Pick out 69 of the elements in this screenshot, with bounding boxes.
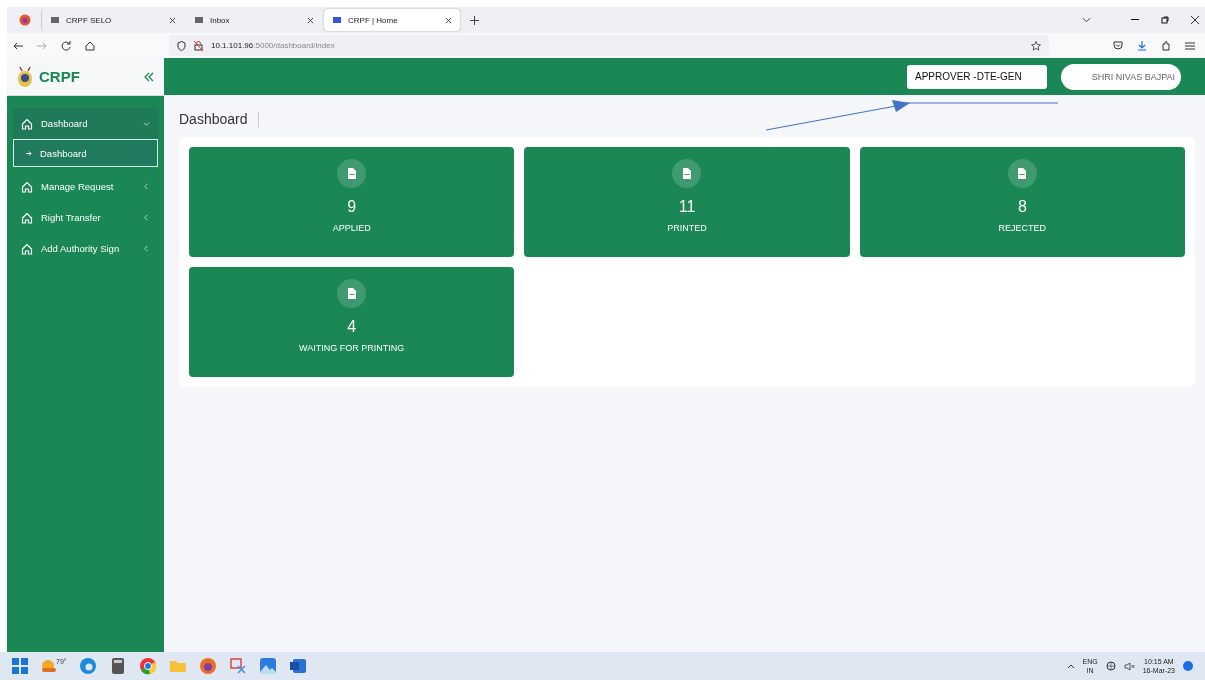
tab-favicon-icon bbox=[194, 15, 204, 25]
photos-icon[interactable] bbox=[258, 657, 277, 675]
home-icon[interactable] bbox=[85, 40, 95, 51]
close-icon[interactable] bbox=[1191, 16, 1199, 24]
chevron-icon bbox=[143, 120, 150, 127]
network-icon[interactable] bbox=[1105, 661, 1116, 671]
speaker-muted-icon[interactable] bbox=[1123, 661, 1135, 671]
document-icon bbox=[1017, 168, 1028, 179]
role-label: APPROVER -DTE-GEN bbox=[907, 64, 1047, 89]
stat-value: 9 bbox=[347, 198, 357, 216]
chevron-icon bbox=[143, 214, 150, 221]
user-button[interactable]: SHRI NIVAS BAJPAI bbox=[1061, 63, 1181, 90]
shield-icon bbox=[177, 40, 186, 51]
stat-value: 4 bbox=[347, 318, 357, 336]
chevron-icon bbox=[143, 183, 150, 190]
sidebar-item[interactable]: Dashboard bbox=[13, 108, 158, 139]
home-icon bbox=[21, 180, 33, 193]
stat-tile[interactable]: 9 APPLIED bbox=[189, 147, 515, 257]
browser-tab[interactable]: CRPF SELO bbox=[41, 9, 184, 31]
close-icon[interactable] bbox=[307, 16, 314, 24]
emblem-icon bbox=[17, 65, 33, 88]
minimize-icon[interactable] bbox=[1131, 19, 1139, 21]
sidebar-subitem[interactable]: Dashboard bbox=[13, 139, 158, 167]
home-icon bbox=[21, 117, 33, 130]
sidebar-item[interactable]: Right Transfer bbox=[13, 202, 158, 233]
stat-tile[interactable]: 11 PRINTED bbox=[524, 147, 850, 257]
notification-icon[interactable] bbox=[1183, 661, 1193, 671]
stat-value: 8 bbox=[1017, 198, 1027, 216]
browser-tab[interactable]: Inbox bbox=[186, 9, 322, 31]
tab-favicon-icon bbox=[332, 15, 342, 25]
chevron-icon bbox=[143, 245, 150, 252]
caret-up-icon[interactable] bbox=[1066, 663, 1075, 669]
restore-icon[interactable] bbox=[1161, 16, 1169, 24]
reload-icon[interactable] bbox=[61, 40, 71, 51]
snipping-icon[interactable] bbox=[228, 657, 247, 675]
stat-value: 11 bbox=[678, 198, 696, 216]
close-icon[interactable] bbox=[169, 16, 176, 24]
app-logo-text: CRPF bbox=[39, 68, 81, 85]
stat-label: APPLIED bbox=[332, 223, 371, 233]
document-icon bbox=[346, 168, 357, 179]
star-icon[interactable] bbox=[1031, 40, 1041, 51]
page-title: Dashboard bbox=[179, 111, 259, 127]
browser-tab[interactable]: CRPF | Home bbox=[324, 9, 460, 31]
home-icon bbox=[21, 211, 33, 224]
start-icon[interactable] bbox=[12, 658, 28, 674]
tab-favicon-icon bbox=[50, 15, 60, 25]
download-icon[interactable] bbox=[1137, 40, 1147, 51]
insecure-lock-icon bbox=[194, 40, 203, 51]
stat-label: WAITING FOR PRINTING bbox=[299, 343, 405, 353]
stat-label: REJECTED bbox=[998, 223, 1047, 233]
pocket-icon[interactable] bbox=[1113, 41, 1123, 50]
chevron-down-icon[interactable] bbox=[1082, 17, 1091, 23]
url-text: 10.1.101.96:5000/dashboard/index bbox=[211, 41, 335, 50]
collapse-icon[interactable] bbox=[144, 71, 154, 82]
arrow-icon bbox=[26, 150, 32, 156]
menu-icon[interactable] bbox=[1185, 41, 1195, 50]
address-field[interactable]: 10.1.101.96:5000/dashboard/index bbox=[169, 35, 1049, 56]
close-icon[interactable] bbox=[445, 16, 452, 24]
new-tab-icon[interactable] bbox=[470, 15, 479, 25]
stat-tile[interactable]: 4 WAITING FOR PRINTING bbox=[189, 267, 515, 377]
sidebar-item[interactable]: Add Authority Sign bbox=[13, 233, 158, 264]
weather-icon[interactable] bbox=[40, 657, 58, 675]
home-icon bbox=[21, 242, 33, 255]
back-icon[interactable] bbox=[13, 41, 23, 50]
document-icon bbox=[346, 288, 357, 299]
document-icon bbox=[682, 168, 692, 179]
stat-label: PRINTED bbox=[667, 223, 707, 233]
sidebar-item[interactable]: Manage Request bbox=[13, 171, 158, 202]
stat-tile[interactable]: 8 REJECTED bbox=[859, 147, 1185, 257]
